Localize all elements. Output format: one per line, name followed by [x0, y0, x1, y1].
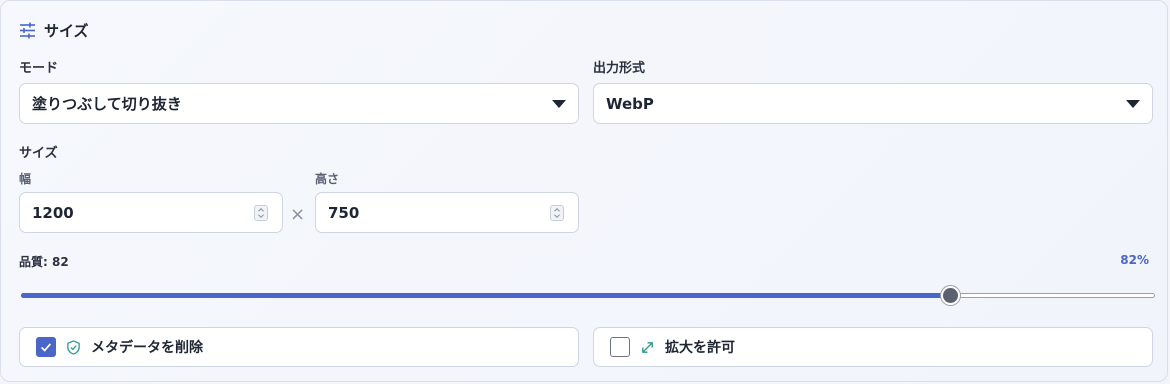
allow-upscale-option[interactable]: 拡大を許可	[593, 327, 1153, 367]
width-input-value: 1200	[32, 203, 74, 222]
shield-check-icon	[67, 339, 80, 355]
width-spinner[interactable]	[254, 205, 268, 221]
allow-upscale-label: 拡大を許可	[665, 340, 735, 356]
size-label: サイズ	[19, 146, 58, 161]
height-label: 高さ	[315, 172, 340, 186]
quality-percent: 82%	[1120, 253, 1149, 267]
checkmark-icon	[41, 343, 52, 352]
strip-metadata-option[interactable]: メタデータを削除	[19, 327, 579, 367]
allow-upscale-checkbox[interactable]	[610, 337, 630, 357]
chevron-down-icon	[1126, 100, 1140, 108]
expand-arrows-icon	[642, 341, 653, 353]
panel-title: サイズ	[44, 21, 89, 40]
mode-label: モード	[19, 61, 59, 76]
size-separator: ×	[290, 204, 306, 225]
spinner-arrows-icon	[258, 207, 264, 219]
height-input[interactable]: 750	[315, 192, 579, 233]
panel-header: サイズ	[19, 19, 89, 41]
height-input-value: 750	[328, 203, 360, 222]
chevron-down-icon	[552, 100, 566, 108]
height-spinner[interactable]	[550, 205, 564, 221]
strip-metadata-checkbox[interactable]	[36, 337, 56, 357]
format-select[interactable]: WebP	[593, 83, 1153, 124]
mode-select[interactable]: 塗りつぶして切り抜き	[19, 83, 579, 124]
width-label: 幅	[19, 172, 32, 186]
quality-slider-thumb[interactable]	[941, 286, 960, 305]
format-label: 出力形式	[593, 61, 646, 76]
mode-select-value: 塗りつぶして切り抜き	[32, 95, 182, 113]
sliders-icon	[20, 22, 35, 38]
strip-metadata-label: メタデータを削除	[91, 340, 203, 356]
quality-slider-fill	[21, 293, 951, 298]
width-input[interactable]: 1200	[19, 192, 283, 233]
format-select-value: WebP	[606, 94, 654, 113]
spinner-arrows-icon	[554, 207, 560, 219]
size-panel: サイズ モード 塗りつぶして切り抜き 出力形式 WebP サイズ 幅 1200 …	[0, 0, 1168, 382]
quality-label: 品質: 82	[19, 255, 69, 269]
